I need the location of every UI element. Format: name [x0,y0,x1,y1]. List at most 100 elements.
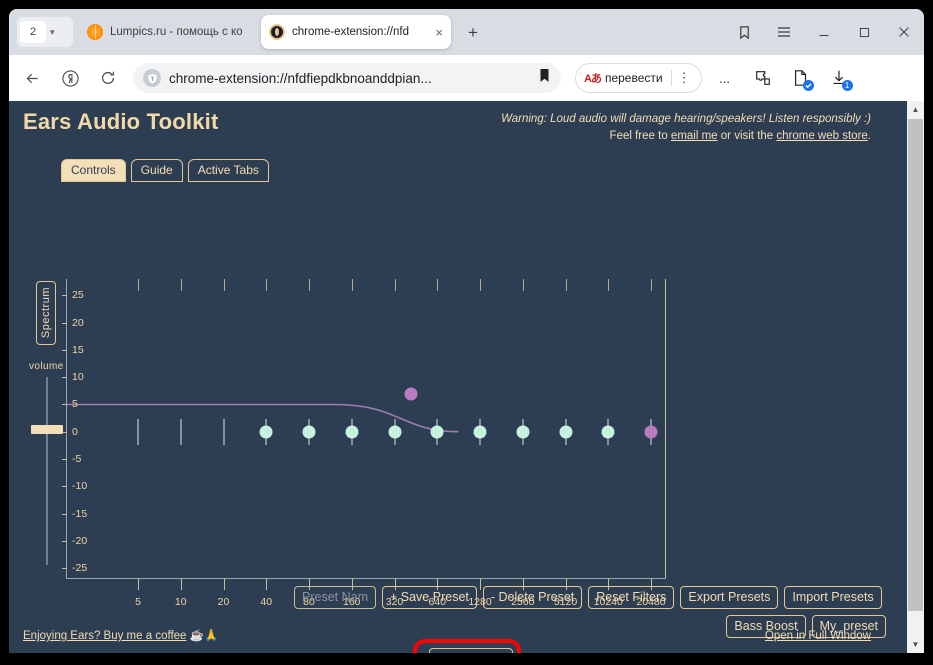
x-axis-tick-top [180,279,182,291]
x-axis-tick [180,578,182,590]
eq-band-handle[interactable] [559,425,572,439]
delete-preset-button[interactable]: - Delete Preset [482,586,583,609]
browser-tabstrip: 2 ▾ Lumpics.ru - помощь с ко chrome-exte… [9,9,924,55]
translate-label: перевести [604,71,663,85]
filter-handle[interactable] [404,387,418,401]
eq-band-handle[interactable] [259,425,273,439]
x-axis-tick [266,578,268,590]
spectrum-button[interactable]: Spectrum [36,281,56,345]
eq-band-handle[interactable] [430,425,444,439]
y-axis-tick [62,431,67,433]
spectrum-button-label: Spectrum [40,287,52,339]
ears-icon [269,24,285,40]
page-check-icon[interactable] [786,63,816,93]
eq-band-handle[interactable] [644,425,658,439]
browser-tab-lumpics[interactable]: Lumpics.ru - помощь с ко [79,15,259,49]
x-axis-tick-top [437,279,439,291]
response-curve [67,403,459,433]
preset-name-input[interactable]: Preset Nam [294,586,376,609]
contact-line: Feel free to email me or visit the chrom… [501,128,871,145]
save-preset-button[interactable]: + Save Preset [382,586,477,609]
volume-slider-thumb[interactable] [31,425,63,434]
maximize-icon[interactable] [844,9,884,55]
buy-coffee-link-text[interactable]: Enjoying Ears? Buy me a coffee [23,630,186,642]
page-scrollbar[interactable]: ▲ ▼ [907,101,924,653]
window-bottom-edge [9,653,924,657]
screenshot-root: 2 ▾ Lumpics.ru - помощь с ко chrome-exte… [0,0,933,665]
x-axis-tick-top [608,279,610,291]
x-axis-tick-top [351,279,353,291]
bookmark-filled-icon[interactable] [538,68,551,88]
x-axis-tick-top [266,279,268,291]
downloads-icon[interactable]: 1 [824,63,854,93]
back-arrow-icon[interactable] [17,63,47,93]
open-full-window-link[interactable]: Open in Full Window [765,630,871,642]
export-presets-button[interactable]: Export Presets [680,586,779,609]
warning-block: Warning: Loud audio will damage hearing/… [501,111,871,145]
x-axis-label: 5 [135,596,141,608]
x-axis-tick-top [394,279,396,291]
volume-label: volume [29,361,64,372]
equalizer-chart[interactable]: 25 20 15 10 5 0 -5 -10 -15 -20 -25 5 10 20 40 80 160 320 6… [62,279,666,608]
volume-slider-track[interactable] [46,377,48,565]
close-icon[interactable]: × [435,25,443,40]
y-axis-tick [62,513,67,515]
toolbar-more-icon[interactable]: ... [710,63,740,93]
page-title: Ears Audio Toolkit [23,109,219,134]
tab-guide[interactable]: Guide [130,159,183,182]
preset-toolbar: Preset Nam + Save Preset - Delete Preset… [294,586,882,609]
address-bar[interactable]: chrome-extension://nfdfiepdkbnoanddpian.… [133,63,561,93]
scrollbar-thumb[interactable] [908,119,923,611]
orange-icon [87,24,103,40]
new-tab-button[interactable]: + [461,21,485,45]
browser-tab-title: Lumpics.ru - помощь с ко [110,26,243,38]
eq-band-handle[interactable] [516,425,530,439]
y-axis-label: 10 [72,371,84,384]
eq-band-track[interactable] [137,418,139,445]
eq-band-handle[interactable] [302,425,316,439]
x-axis-label: 40 [260,596,273,608]
tab-active-tabs[interactable]: Active Tabs [187,159,269,182]
y-axis-label: 15 [72,343,84,356]
y-axis-label: 20 [72,316,84,329]
menu-icon[interactable] [764,9,804,55]
y-axis-tick [62,486,67,488]
eq-band-handle[interactable] [345,425,359,439]
yandex-logo-icon[interactable] [55,63,85,93]
translate-icon: Aあ [584,73,602,85]
contact-suffix: . [867,130,871,142]
y-axis-label: -25 [72,562,88,575]
x-axis-tick-top [522,279,524,291]
x-axis-tick-top [651,279,652,291]
tab-controls[interactable]: Controls [61,159,126,182]
puzzle-icon[interactable] [748,63,778,93]
close-icon[interactable] [884,9,924,55]
tab-counter[interactable]: 2 ▾ [17,17,73,47]
app-tabs: Controls Guide Active Tabs [61,159,269,182]
chrome-web-store-link[interactable]: chrome web store [776,130,867,142]
y-axis-tick [62,568,67,570]
translate-overflow-icon[interactable]: ⋮ [672,70,697,86]
buy-coffee-link[interactable]: Enjoying Ears? Buy me a coffee ☕🙏 [23,628,218,642]
y-axis-label: -5 [72,453,82,465]
address-bar-url: chrome-extension://nfdfiepdkbnoanddpian.… [169,70,432,86]
x-axis-tick-top [309,279,310,291]
scroll-up-icon[interactable]: ▲ [907,101,924,118]
translate-button[interactable]: Aあ перевести ⋮ [575,63,702,93]
eq-band-track[interactable] [179,418,182,445]
downloads-badge: 1 [841,80,853,91]
eq-band-track[interactable] [222,418,225,445]
eq-band-handle[interactable] [601,425,615,439]
import-presets-button[interactable]: Import Presets [784,586,882,609]
reload-icon[interactable] [93,63,123,93]
email-me-link[interactable]: email me [671,130,718,142]
collections-icon[interactable] [724,9,764,55]
eq-band-handle[interactable] [388,425,401,439]
scroll-down-icon[interactable]: ▼ [907,636,924,653]
eq-band-handle[interactable] [473,425,487,439]
reset-filters-button[interactable]: Reset Filters [588,586,675,609]
x-axis-tick-top [565,279,567,291]
browser-tab-ears-extension[interactable]: chrome-extension://nfd × [261,15,451,49]
minimize-icon[interactable] [804,9,844,55]
chevron-down-icon[interactable]: ▾ [50,27,55,38]
